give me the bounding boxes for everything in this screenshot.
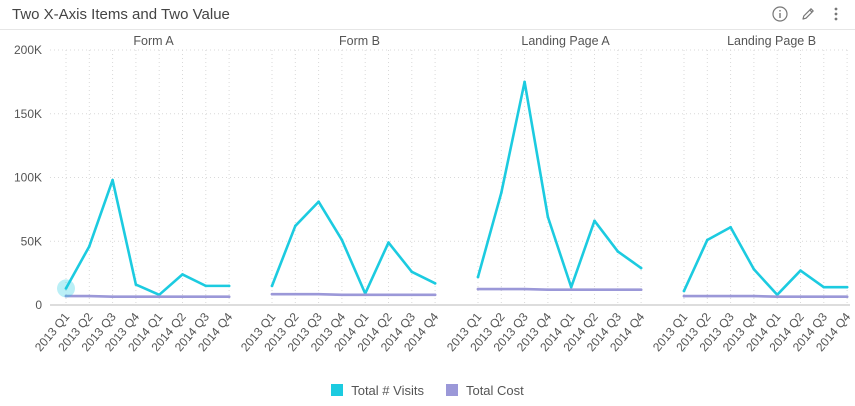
visits-point — [569, 285, 573, 289]
cost-point — [706, 294, 709, 298]
cost-point — [340, 293, 344, 297]
visits-point — [181, 273, 184, 276]
more-vertical-icon[interactable] — [827, 5, 845, 23]
cost-point — [639, 288, 643, 292]
cost-point — [593, 288, 596, 292]
y-tick-label: 200K — [14, 43, 42, 57]
visits-point — [433, 282, 437, 285]
cost-point — [729, 294, 732, 298]
visits-point — [476, 275, 480, 279]
panel-form-b: Form B2013 Q12013 Q22013 Q32013 Q42014 Q… — [238, 34, 442, 354]
visits-point — [752, 268, 756, 271]
chart-title: Two X-Axis Items and Two Value — [12, 6, 230, 23]
cost-point — [546, 288, 550, 292]
cost-point — [569, 288, 573, 292]
legend-label-visits: Total # Visits — [351, 382, 424, 398]
panel-landing-page-b: Landing Page B2013 Q12013 Q22013 Q32013 … — [650, 34, 854, 354]
visits-point — [500, 191, 503, 195]
panel-landing-page-a: Landing Page A2013 Q12013 Q22013 Q32013 … — [444, 34, 648, 354]
edit-pencil-icon[interactable] — [799, 5, 817, 23]
cost-point — [134, 295, 138, 299]
hover-highlight-marker — [57, 279, 75, 298]
cost-point — [682, 294, 686, 298]
panel-label: Form A — [133, 34, 174, 48]
visits-point — [387, 241, 390, 244]
line-chart: 0 50K 100K 150K 200KForm A2013 Q12013 Q22013… — [14, 34, 854, 354]
y-tick-label: 100K — [14, 171, 42, 185]
visits-point — [799, 269, 802, 272]
panel-form-a: Form A2013 Q12013 Q22013 Q32013 Q42014 Q… — [32, 34, 236, 354]
cost-point — [433, 293, 437, 297]
visits-point — [270, 284, 274, 288]
series-line-visits — [682, 225, 849, 297]
visits-point — [88, 245, 91, 248]
legend-swatch-cost — [445, 384, 458, 396]
cost-point — [294, 292, 297, 296]
panel-label: Landing Page A — [521, 34, 610, 48]
visits-point — [616, 250, 620, 253]
visits-point — [317, 200, 320, 204]
visits-point — [134, 283, 138, 286]
visits-point — [204, 284, 208, 288]
visits-point — [706, 238, 709, 242]
panel-label: Form B — [339, 34, 380, 48]
cost-point — [227, 295, 231, 299]
cost-point — [476, 287, 480, 291]
cost-point — [88, 294, 91, 298]
cost-point — [845, 295, 849, 299]
series-line-visits — [476, 80, 643, 289]
visits-point — [682, 289, 686, 293]
cost-point — [523, 287, 526, 291]
legend-label-cost: Total Cost — [465, 382, 524, 398]
y-tick-label: 0 — [35, 298, 42, 312]
y-tick-label: 150K — [14, 107, 42, 121]
legend-item-visits[interactable]: Total # Visits — [331, 383, 424, 398]
chart-header: Two X-Axis Items and Two Value — [0, 0, 855, 30]
visits-point — [593, 219, 596, 223]
info-icon[interactable] — [771, 5, 789, 23]
cost-point — [363, 293, 367, 297]
visits-point — [294, 224, 297, 228]
panel-label: Landing Page B — [727, 34, 816, 48]
visits-point — [822, 285, 826, 289]
legend-swatch-visits — [331, 384, 344, 396]
visits-point — [639, 266, 643, 270]
cost-point — [204, 295, 208, 299]
cost-point — [775, 295, 779, 299]
cost-point — [111, 295, 114, 299]
chart-legend: Total # Visits Total Cost — [0, 380, 855, 400]
visits-point — [410, 270, 414, 274]
cost-point — [181, 295, 184, 299]
cost-point — [822, 295, 826, 299]
cost-point — [752, 294, 756, 298]
visits-point — [227, 284, 231, 288]
visits-point — [845, 285, 849, 289]
cost-point — [317, 292, 320, 296]
visits-point — [111, 178, 114, 182]
cost-point — [616, 288, 620, 292]
cost-point — [270, 292, 274, 296]
visits-point — [340, 238, 344, 242]
legend-item-cost[interactable]: Total Cost — [445, 382, 524, 398]
visits-point — [523, 80, 526, 84]
cost-point — [500, 287, 503, 291]
cost-point — [157, 295, 161, 299]
cost-point — [799, 295, 802, 299]
cost-point — [410, 293, 414, 297]
visits-point — [729, 225, 732, 229]
cost-point — [387, 293, 390, 297]
series-line-visits — [64, 178, 231, 297]
series-line-visits — [270, 200, 437, 295]
y-tick-label: 50K — [21, 234, 42, 248]
visits-point — [546, 215, 550, 219]
header-icons — [771, 5, 845, 23]
